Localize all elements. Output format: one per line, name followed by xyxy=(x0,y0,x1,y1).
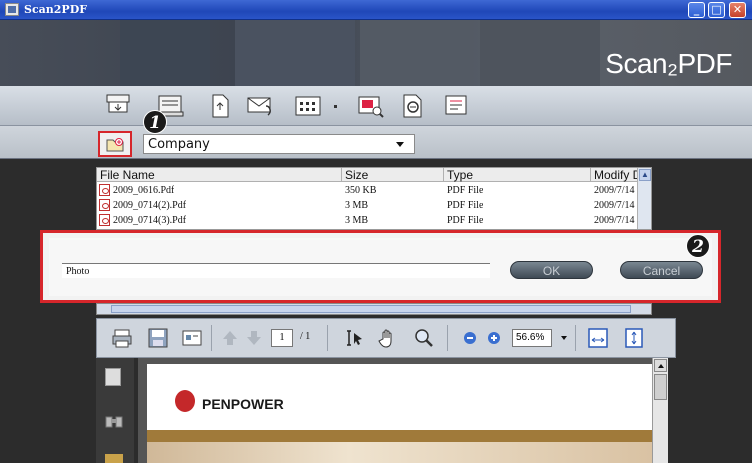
pdf-file-icon xyxy=(99,199,110,211)
penpower-logo-icon xyxy=(175,390,195,412)
document-scrollbar[interactable] xyxy=(652,358,668,463)
document-page: PENPOWER xyxy=(147,364,652,463)
column-header-modified[interactable]: Modify Dat xyxy=(591,168,639,182)
main-toolbar xyxy=(0,86,752,126)
rename-dialog: Photo OK Cancel xyxy=(40,230,721,303)
file-type: PDF File xyxy=(447,215,484,226)
brand-logo: Scan₂PDF xyxy=(605,48,732,79)
save-icon[interactable] xyxy=(147,327,169,349)
file-row[interactable]: 2009_0616.Pdf 350 KB PDF File 2009/7/14 … xyxy=(97,183,651,198)
separator xyxy=(327,325,328,351)
page-total: / 1 xyxy=(300,331,311,342)
title-bar[interactable]: Scan2PDF _ □ ✕ xyxy=(0,0,752,20)
file-list-header: File Name Size Type Modify Dat xyxy=(97,168,651,182)
close-button[interactable]: ✕ xyxy=(729,2,746,18)
magnify-document-icon[interactable] xyxy=(398,92,428,120)
scroll-up-icon[interactable]: ▲ xyxy=(639,169,651,181)
step-marker-2: 2 xyxy=(686,234,710,258)
file-size: 3 MB xyxy=(345,200,369,211)
page-view-icon[interactable] xyxy=(181,327,203,349)
binoculars-icon[interactable] xyxy=(105,413,123,429)
minimize-button[interactable]: _ xyxy=(688,2,705,18)
file-row[interactable]: 2009_0714(3).Pdf 3 MB PDF File 2009/7/14… xyxy=(97,213,651,228)
dropdown-arrow-icon[interactable] xyxy=(396,142,404,147)
file-list[interactable]: File Name Size Type Modify Dat 2009_0616… xyxy=(96,167,652,230)
page-number-input[interactable]: 1 xyxy=(271,329,293,347)
app-window: Scan2PDF _ □ ✕ Scan₂PDF 1 Company File N… xyxy=(0,0,752,463)
zoom-tool-icon[interactable] xyxy=(413,327,435,349)
folder-panel-icon[interactable] xyxy=(105,454,123,463)
document-icon[interactable] xyxy=(205,92,235,120)
file-name: 2009_0616.Pdf xyxy=(113,185,175,196)
separator xyxy=(211,325,212,351)
zoom-dropdown-icon[interactable] xyxy=(561,336,567,340)
column-header-name[interactable]: File Name xyxy=(97,168,342,182)
hand-tool-icon[interactable] xyxy=(377,327,399,349)
text-select-icon[interactable] xyxy=(343,327,365,349)
penpower-logo-text: PENPOWER xyxy=(202,396,284,412)
print-icon[interactable] xyxy=(111,327,133,349)
scanner-icon[interactable] xyxy=(104,92,134,120)
pdf-file-icon xyxy=(99,214,110,226)
file-name: 2009_0714(2).Pdf xyxy=(113,200,187,211)
file-type: PDF File xyxy=(447,200,484,211)
zoom-out-icon[interactable] xyxy=(459,327,481,349)
header-banner: Scan₂PDF xyxy=(0,20,752,86)
window-title: Scan2PDF xyxy=(24,3,88,16)
file-row[interactable]: 2009_0714(2).Pdf 3 MB PDF File 2009/7/14… xyxy=(97,198,651,213)
arrow-up-icon[interactable] xyxy=(219,327,241,349)
new-folder-button[interactable] xyxy=(98,131,132,157)
viewer-sidebar xyxy=(96,358,134,463)
maximize-button[interactable]: □ xyxy=(708,2,725,18)
scroll-thumb[interactable] xyxy=(111,305,631,313)
step-marker-1: 1 xyxy=(143,110,167,134)
note-icon[interactable] xyxy=(442,92,472,120)
page-banner xyxy=(147,430,652,442)
thumbnail-grid-icon[interactable] xyxy=(294,92,324,120)
pages-panel-icon[interactable] xyxy=(105,368,121,386)
ok-button[interactable]: OK xyxy=(510,261,593,279)
arrow-down-icon[interactable] xyxy=(243,327,265,349)
folder-dropdown[interactable]: Company xyxy=(143,134,415,154)
page-image xyxy=(147,442,652,463)
separator xyxy=(447,325,448,351)
chevron-down-icon[interactable] xyxy=(330,92,342,120)
viewer-toolbar: 1 / 1 56.6% xyxy=(96,318,676,358)
horizontal-scrollbar[interactable] xyxy=(96,303,652,315)
fit-page-icon[interactable] xyxy=(623,327,645,349)
file-modified: 2009/7/14 1( xyxy=(594,185,638,196)
app-icon xyxy=(5,3,19,16)
find-image-icon[interactable] xyxy=(356,92,386,120)
cancel-button[interactable]: Cancel xyxy=(620,261,703,279)
file-modified: 2009/7/14 1: xyxy=(594,200,638,211)
fit-width-icon[interactable] xyxy=(587,327,609,349)
file-size: 3 MB xyxy=(345,215,369,226)
email-attach-icon[interactable] xyxy=(246,92,276,120)
scroll-up-icon[interactable] xyxy=(654,359,667,372)
scroll-thumb[interactable] xyxy=(654,374,667,400)
file-list-scrollbar[interactable]: ▲ xyxy=(637,168,651,229)
file-size: 350 KB xyxy=(345,185,377,196)
file-type: PDF File xyxy=(447,185,484,196)
document-view[interactable]: PENPOWER xyxy=(138,358,652,463)
dialog-body: Photo OK Cancel xyxy=(49,238,712,296)
column-header-size[interactable]: Size xyxy=(342,168,444,182)
zoom-level-field[interactable]: 56.6% xyxy=(512,329,552,347)
column-header-type[interactable]: Type xyxy=(444,168,591,182)
zoom-in-icon[interactable] xyxy=(483,327,505,349)
folder-dropdown-value: Company xyxy=(148,137,210,152)
folder-name-input[interactable]: Photo xyxy=(62,263,490,278)
file-name: 2009_0714(3).Pdf xyxy=(113,215,187,226)
separator xyxy=(575,325,576,351)
file-modified: 2009/7/14 1․ xyxy=(594,215,638,226)
pdf-file-icon xyxy=(99,184,110,196)
